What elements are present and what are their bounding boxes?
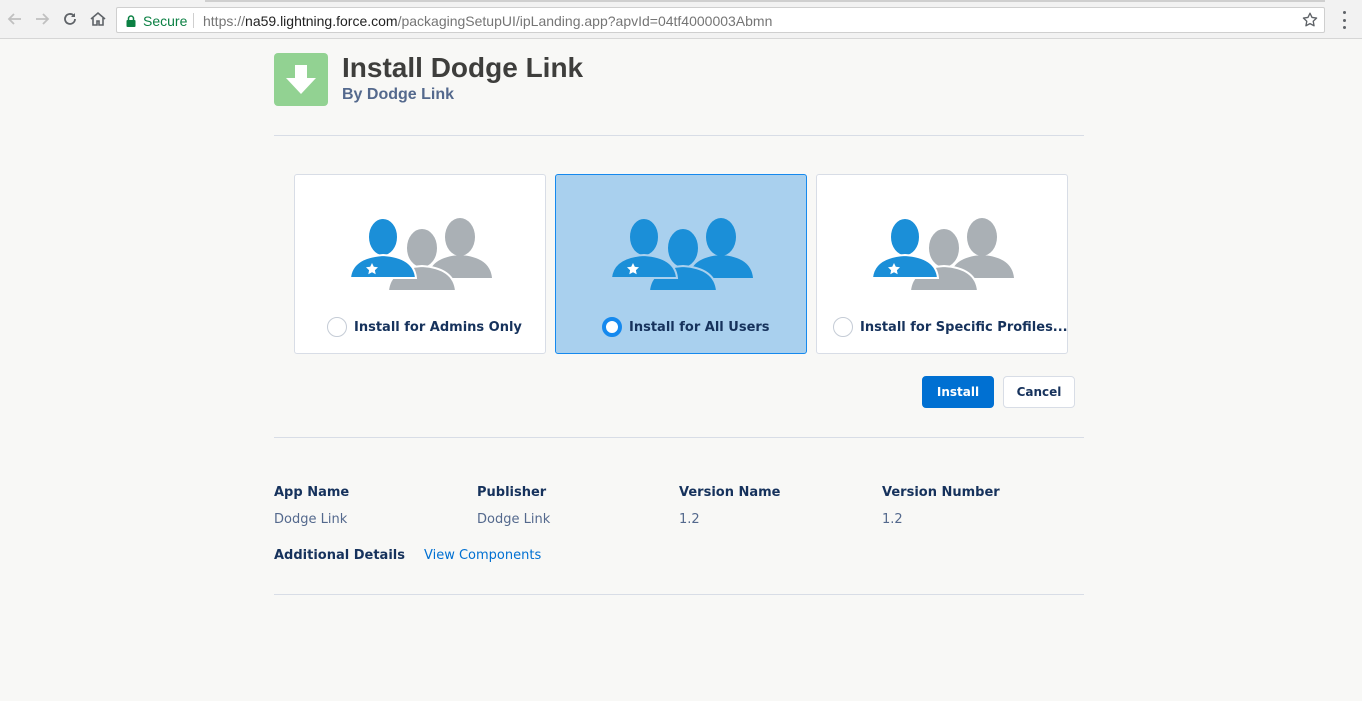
divider-middle: [274, 437, 1084, 438]
page-title: Install Dodge Link: [342, 52, 584, 83]
star-icon[interactable]: [1301, 11, 1319, 32]
option-label-admins-only: Install for Admins Only: [354, 320, 522, 335]
cancel-button[interactable]: Cancel: [1003, 376, 1075, 408]
reload-icon[interactable]: [60, 9, 80, 29]
detail-value-publisher: Dodge Link: [477, 512, 551, 527]
detail-value-version-number: 1.2: [882, 512, 903, 527]
option-label-all-users: Install for All Users: [629, 320, 770, 335]
address-separator: [193, 13, 194, 28]
additional-details-label: Additional Details: [274, 548, 405, 563]
forward-icon[interactable]: [32, 9, 52, 29]
option-admins-only[interactable]: Install for Admins Only: [294, 174, 546, 354]
url-text[interactable]: https://na59.lightning.force.com/packagi…: [203, 13, 772, 29]
download-arrow-icon: [274, 53, 328, 106]
detail-value-app-name: Dodge Link: [274, 512, 348, 527]
lock-icon: [126, 14, 136, 30]
option-label-specific-profiles: Install for Specific Profiles...: [860, 320, 1068, 335]
publisher-subtitle: By Dodge Link: [342, 86, 455, 103]
tab-strip-edge: [205, 0, 1325, 2]
detail-header-publisher: Publisher: [477, 485, 547, 500]
url-scheme: https://: [203, 13, 246, 29]
install-button[interactable]: Install: [922, 376, 994, 408]
browser-toolbar: Secure https://na59.lightning.force.com/…: [0, 0, 1362, 39]
radio-all-users[interactable]: [602, 317, 622, 337]
specific-profiles-people-icon: [872, 217, 1014, 292]
secure-label: Secure: [143, 13, 188, 29]
menu-icon[interactable]: [1336, 11, 1352, 29]
home-icon[interactable]: [88, 9, 108, 29]
option-specific-profiles[interactable]: Install for Specific Profiles...: [816, 174, 1068, 354]
admins-people-icon: [350, 217, 492, 292]
radio-specific-profiles[interactable]: [833, 317, 853, 337]
divider-bottom: [274, 594, 1084, 595]
back-icon[interactable]: [5, 9, 25, 29]
detail-value-version-name: 1.2: [679, 512, 700, 527]
all-users-people-icon: [611, 217, 753, 292]
url-host: na59.lightning.force.com: [245, 13, 398, 29]
divider-top: [274, 135, 1084, 136]
view-components-link[interactable]: View Components: [424, 548, 541, 563]
url-path: /packagingSetupUI/ipLanding.app?apvId=04…: [397, 13, 773, 29]
radio-admins-only[interactable]: [327, 317, 347, 337]
detail-header-version-name: Version Name: [679, 485, 781, 500]
option-all-users[interactable]: Install for All Users: [555, 174, 807, 354]
detail-header-version-number: Version Number: [882, 485, 1000, 500]
address-bar[interactable]: Secure https://na59.lightning.force.com/…: [116, 7, 1325, 33]
detail-header-app-name: App Name: [274, 485, 350, 500]
